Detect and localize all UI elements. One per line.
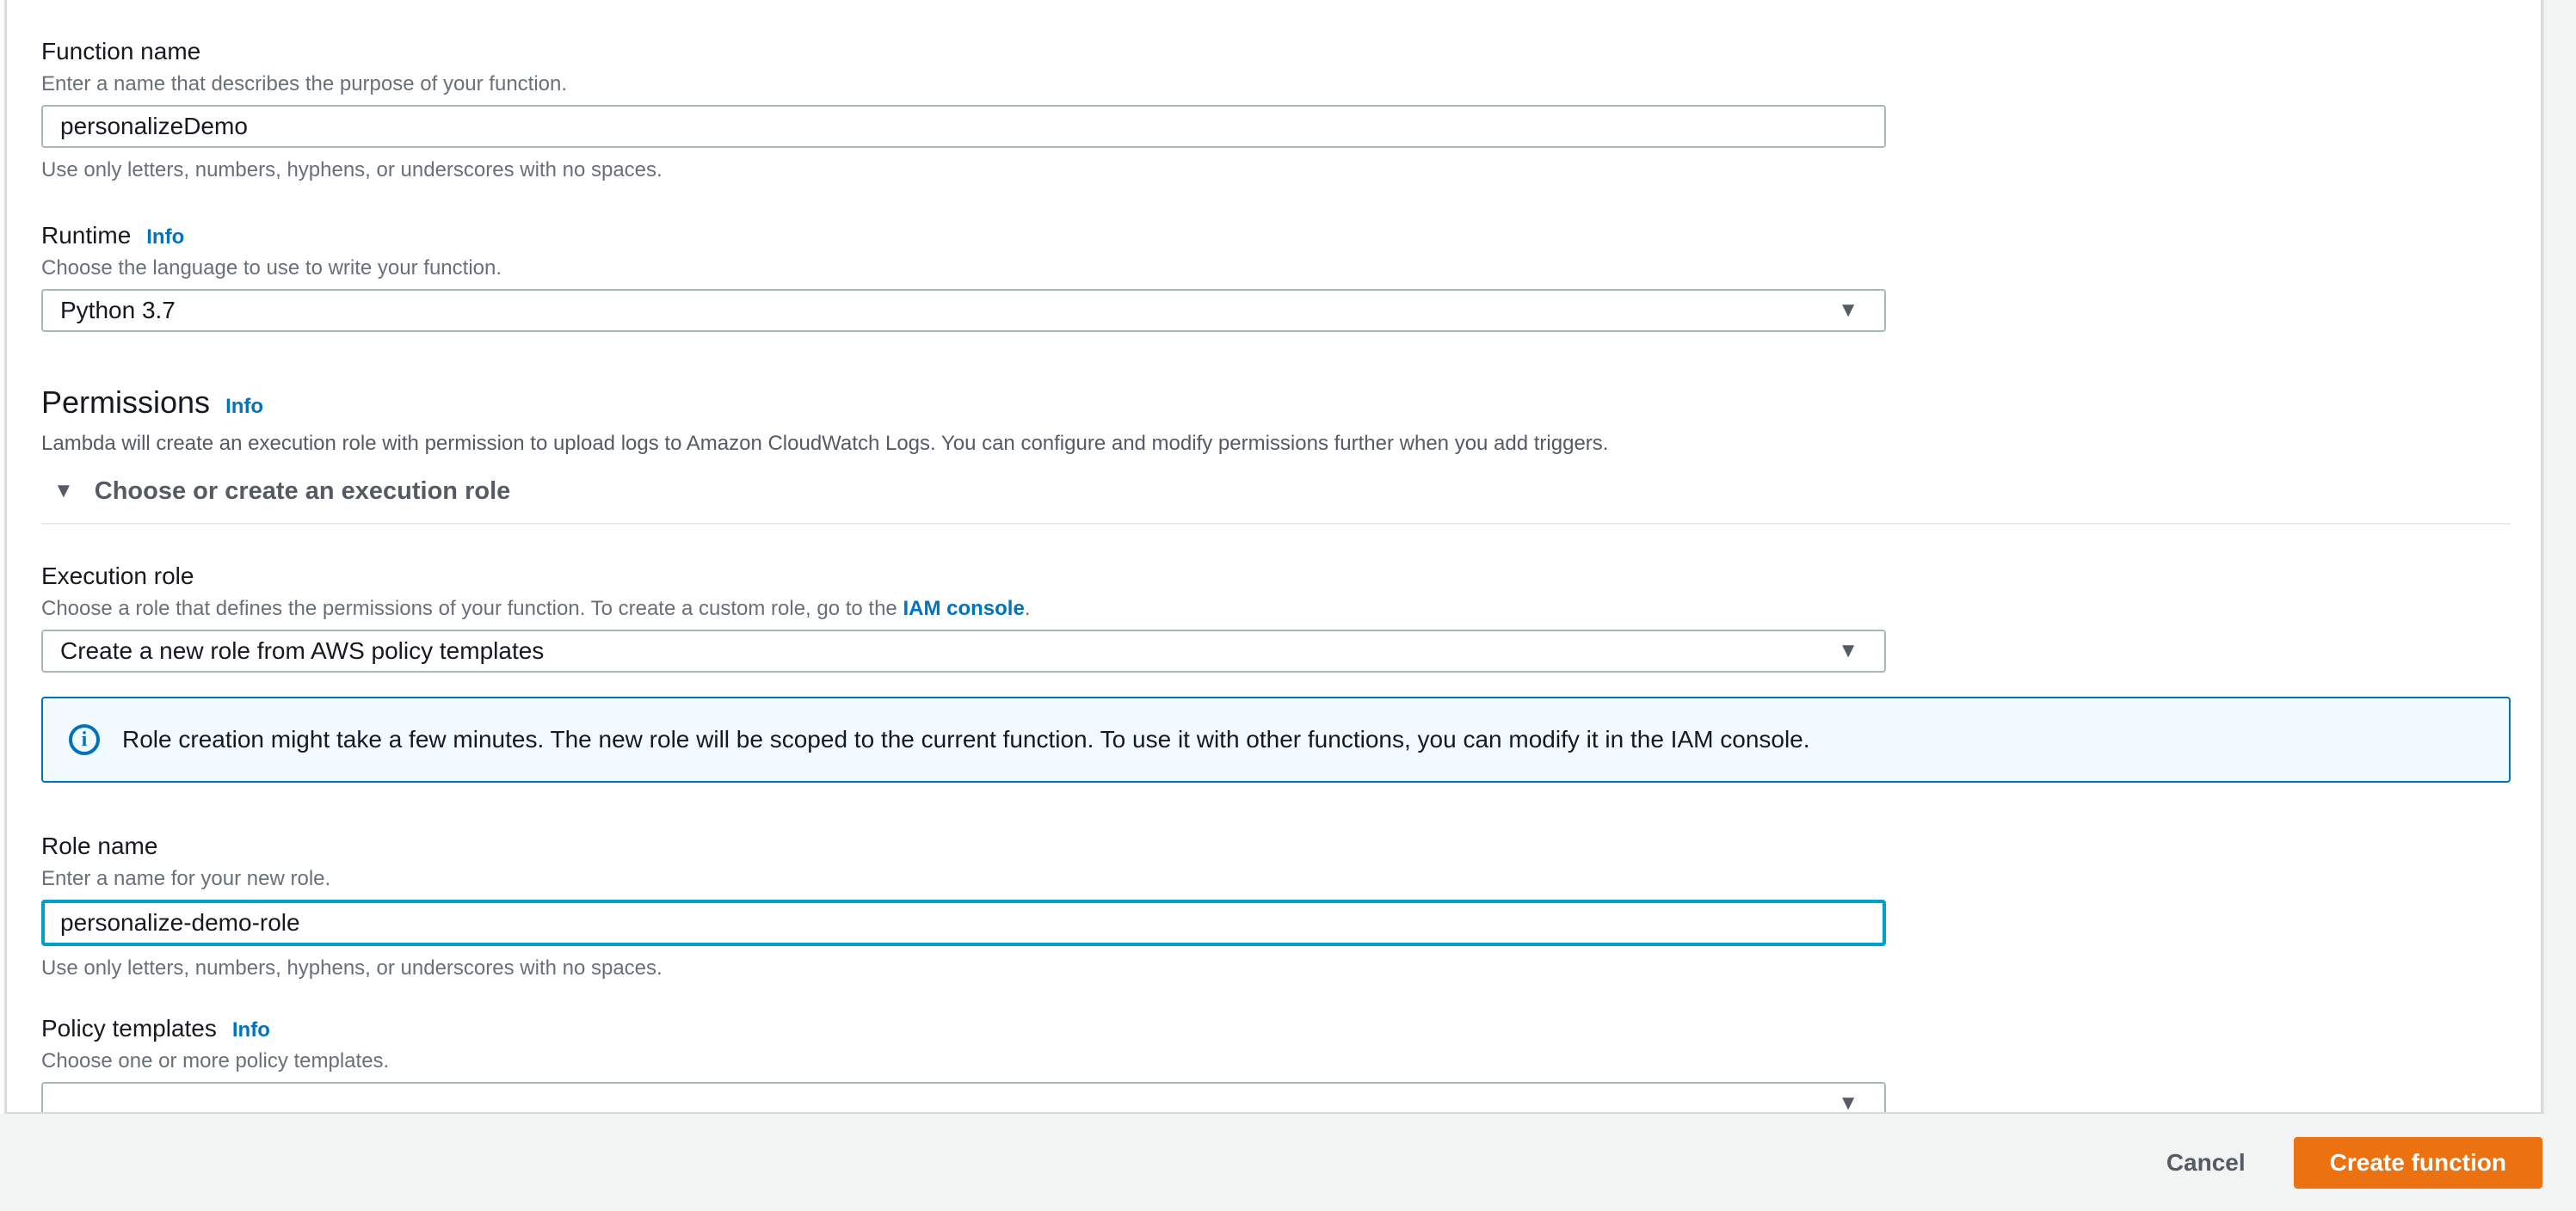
create-function-form-panel: Function name Enter a name that describe… — [5, 0, 2542, 1114]
execution-role-description-suffix: . — [1024, 597, 1031, 620]
runtime-description: Choose the language to use to write your… — [41, 256, 502, 280]
function-name-description: Enter a name that describes the purpose … — [41, 72, 568, 95]
policy-templates-select[interactable]: ▼ — [41, 1082, 1886, 1114]
permissions-section-header: Permissions Info — [41, 384, 2511, 421]
chevron-down-icon: ▼ — [1838, 298, 1858, 322]
execution-role-expander[interactable]: ▼ Choose or create an execution role — [41, 475, 2511, 507]
runtime-group: Runtime Info Choose the language to use t… — [41, 220, 2511, 332]
runtime-info-link[interactable]: Info — [146, 225, 184, 249]
runtime-label: Runtime — [41, 222, 132, 249]
iam-console-link[interactable]: IAM console — [903, 597, 1024, 620]
cancel-button[interactable]: Cancel — [2149, 1149, 2263, 1177]
info-circle-icon: i — [69, 724, 100, 755]
execution-role-description: Choose a role that defines the permissio… — [41, 595, 2511, 623]
function-name-input[interactable] — [41, 105, 1886, 148]
create-function-button[interactable]: Create function — [2293, 1136, 2542, 1189]
role-name-group: Role name Enter a name for your new role… — [41, 831, 2511, 982]
role-creation-alert-text: Role creation might take a few minutes. … — [122, 726, 1810, 753]
function-name-label: Function name — [41, 38, 201, 65]
policy-templates-info-link[interactable]: Info — [232, 1018, 270, 1042]
runtime-select[interactable]: Python 3.7 ▼ — [41, 289, 1886, 332]
execution-role-expander-label: Choose or create an execution role — [94, 477, 511, 505]
function-name-hint: Use only letters, numbers, hyphens, or u… — [41, 158, 662, 181]
chevron-down-icon: ▼ — [1838, 639, 1858, 662]
execution-role-description-prefix: Choose a role that defines the permissio… — [41, 597, 903, 620]
execution-role-label: Execution role — [41, 562, 194, 589]
form-footer: Cancel Create function — [0, 1114, 2576, 1211]
expander-triangle-icon: ▼ — [53, 479, 74, 502]
policy-templates-label: Policy templates — [41, 1015, 217, 1042]
role-creation-info-alert: i Role creation might take a few minutes… — [41, 697, 2511, 783]
role-name-description: Enter a name for your new role. — [41, 867, 331, 890]
permissions-description: Lambda will create an execution role wit… — [41, 432, 1609, 455]
role-name-hint: Use only letters, numbers, hyphens, or u… — [41, 956, 662, 980]
role-name-input[interactable] — [41, 900, 1886, 946]
permissions-heading: Permissions — [41, 384, 211, 420]
role-name-label: Role name — [41, 833, 158, 859]
execution-role-select[interactable]: Create a new role from AWS policy templa… — [41, 630, 1886, 673]
execution-role-selected-value: Create a new role from AWS policy templa… — [60, 637, 545, 664]
permissions-info-link[interactable]: Info — [225, 395, 263, 419]
runtime-selected-value: Python 3.7 — [60, 297, 176, 323]
section-divider — [41, 523, 2511, 525]
policy-templates-group: Policy templates Info Choose one or more … — [41, 1013, 2511, 1114]
function-name-group: Function name Enter a name that describe… — [41, 36, 2511, 184]
chevron-down-icon: ▼ — [1838, 1091, 1858, 1114]
execution-role-group: Execution role Choose a role that define… — [41, 561, 2511, 673]
page-right-gutter — [2542, 0, 2576, 1211]
policy-templates-description: Choose one or more policy templates. — [41, 1049, 390, 1073]
